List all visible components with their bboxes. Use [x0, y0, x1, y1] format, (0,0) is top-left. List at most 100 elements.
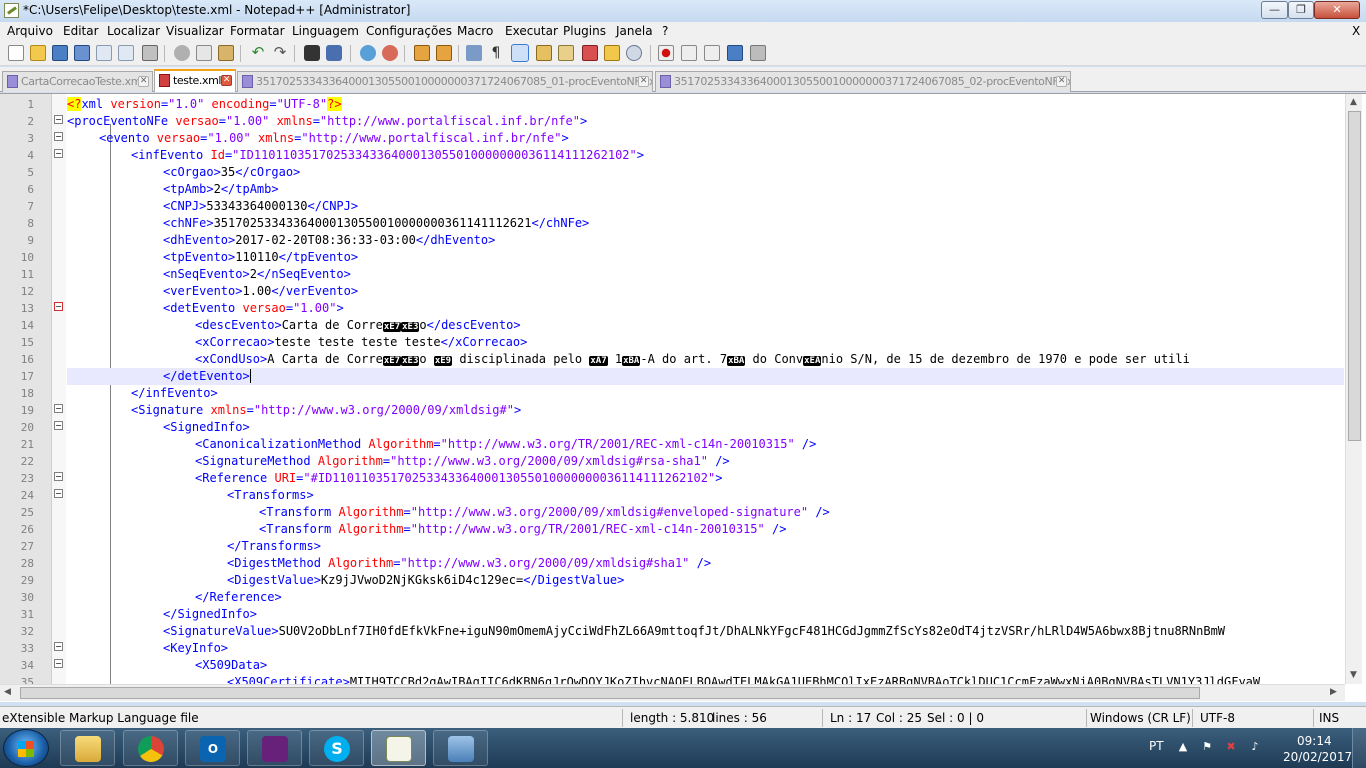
line-number: 20	[20, 421, 34, 434]
menu-visualizar[interactable]: Visualizar	[166, 24, 224, 38]
zoom-out-icon[interactable]	[382, 45, 398, 61]
code-area[interactable]: <?xml version="1.0" encoding="UTF-8"?> <…	[67, 94, 1344, 684]
menu-janela[interactable]: Janela	[616, 24, 653, 38]
undo-icon[interactable]: ↶	[250, 45, 266, 61]
open-file-icon[interactable]	[30, 45, 46, 61]
sync-vertical-icon[interactable]	[414, 45, 430, 61]
menu-editar[interactable]: Editar	[63, 24, 99, 38]
menu-linguagem[interactable]: Linguagem	[292, 24, 359, 38]
show-desktop-button[interactable]	[1352, 728, 1366, 768]
status-separator	[1192, 709, 1193, 727]
folder-workspace-icon[interactable]	[604, 45, 620, 61]
fold-toggle-icon[interactable]: −	[54, 302, 63, 311]
code-line-11: <nSeqEvento>2</nSeqEvento>	[163, 267, 351, 281]
menu-configuracoes[interactable]: Configurações	[366, 24, 452, 38]
tab-procevento-02[interactable]: 3517025334336400013055001000000037172406…	[655, 71, 1071, 92]
menu-arquivo[interactable]: Arquivo	[7, 24, 53, 38]
close-window-button[interactable]: ✕	[1314, 1, 1360, 19]
fold-margin[interactable]	[52, 94, 111, 684]
paste-icon[interactable]	[218, 45, 234, 61]
menu-macro[interactable]: Macro	[457, 24, 493, 38]
taskbar-windows-explorer[interactable]	[60, 730, 115, 766]
tab-close-icon[interactable]: ✕	[138, 76, 149, 87]
line-number: 19	[20, 404, 34, 417]
scroll-left-icon[interactable]: ◀	[4, 687, 11, 697]
show-hidden-icons-icon[interactable]: ▲	[1176, 740, 1190, 754]
tab-label: CartaCorrecaoTeste.xml	[21, 75, 144, 88]
menu-localizar[interactable]: Localizar	[107, 24, 160, 38]
stop-record-icon[interactable]	[681, 45, 697, 61]
minimize-button[interactable]: —	[1261, 1, 1288, 19]
save-macro-icon[interactable]	[750, 45, 766, 61]
fold-toggle-icon[interactable]: −	[54, 421, 63, 430]
new-file-icon[interactable]	[8, 45, 24, 61]
tab-close-icon[interactable]: ✕	[221, 75, 232, 86]
close-document-x[interactable]: X	[1352, 24, 1360, 38]
record-macro-icon[interactable]	[658, 45, 674, 61]
doc-map-icon[interactable]	[558, 45, 574, 61]
print-icon[interactable]	[142, 45, 158, 61]
run-macro-multiple-icon[interactable]	[727, 45, 743, 61]
taskbar-notepadpp[interactable]	[371, 730, 426, 766]
menu-help[interactable]: ?	[662, 24, 668, 38]
start-button[interactable]	[3, 729, 49, 767]
zoom-in-icon[interactable]	[360, 45, 376, 61]
menu-formatar[interactable]: Formatar	[230, 24, 285, 38]
line-number: 8	[27, 217, 34, 230]
tab-cartacorrecaoteste[interactable]: CartaCorrecaoTeste.xml ✕	[2, 71, 153, 92]
editor-pane[interactable]: 1 2 3 4 5 6 7 8 9 10 11 12 13 14 15 16 17 18 19 20 21 22 23 24 2…	[0, 93, 1366, 702]
indent-guide-icon[interactable]	[511, 44, 529, 62]
scroll-down-icon[interactable]: ▼	[1350, 670, 1357, 680]
taskbar-skype[interactable]: S	[309, 730, 364, 766]
copy-icon[interactable]	[196, 45, 212, 61]
fold-toggle-icon[interactable]: −	[54, 489, 63, 498]
network-icon[interactable]: ✖	[1224, 740, 1238, 754]
find-icon[interactable]	[304, 45, 320, 61]
word-wrap-icon[interactable]	[466, 45, 482, 61]
sync-horizontal-icon[interactable]	[436, 45, 452, 61]
tab-teste-xml[interactable]: teste.xml ✕	[154, 69, 236, 92]
fold-toggle-icon[interactable]: −	[54, 115, 63, 124]
vertical-scrollbar[interactable]: ▲ ▼	[1345, 94, 1362, 684]
notepadpp-app-icon[interactable]	[4, 3, 19, 18]
language-indicator[interactable]: PT	[1149, 739, 1164, 753]
tab-close-icon[interactable]: ✕	[638, 76, 649, 87]
replace-icon[interactable]	[326, 45, 342, 61]
tab-procevento-01[interactable]: 3517025334336400013055001000000037172406…	[237, 71, 653, 92]
cut-icon[interactable]	[174, 45, 190, 61]
fold-toggle-icon[interactable]: −	[54, 149, 63, 158]
action-center-icon[interactable]: ⚑	[1200, 740, 1214, 754]
clock-time[interactable]: 09:14	[1297, 734, 1332, 748]
tab-close-icon[interactable]: ✕	[1056, 76, 1067, 87]
taskbar-remote-desktop[interactable]	[433, 730, 488, 766]
redo-icon[interactable]: ↷	[272, 45, 288, 61]
fold-toggle-icon[interactable]: −	[54, 404, 63, 413]
horizontal-scrollbar[interactable]: ◀ ▶	[0, 684, 1345, 701]
fold-toggle-icon[interactable]: −	[54, 642, 63, 651]
taskbar-chrome[interactable]	[123, 730, 178, 766]
horizontal-scroll-thumb[interactable]	[20, 687, 1200, 699]
volume-icon[interactable]: ♪	[1248, 740, 1262, 754]
scroll-up-icon[interactable]: ▲	[1350, 97, 1357, 107]
save-icon[interactable]	[52, 45, 68, 61]
taskbar-visual-studio[interactable]	[247, 730, 302, 766]
taskbar-outlook[interactable]: O	[185, 730, 240, 766]
scroll-right-icon[interactable]: ▶	[1330, 687, 1337, 697]
fold-toggle-icon[interactable]: −	[54, 659, 63, 668]
menu-plugins[interactable]: Plugins	[563, 24, 606, 38]
play-macro-icon[interactable]	[704, 45, 720, 61]
close-all-icon[interactable]	[118, 45, 134, 61]
menu-executar[interactable]: Executar	[505, 24, 558, 38]
code-line-4: <infEvento Id="ID11011035170253343364000…	[131, 148, 644, 162]
clock-date[interactable]: 20/02/2017	[1283, 750, 1352, 764]
fold-toggle-icon[interactable]: −	[54, 472, 63, 481]
monitor-icon[interactable]	[626, 45, 642, 61]
fold-toggle-icon[interactable]: −	[54, 132, 63, 141]
function-list-icon[interactable]	[582, 45, 598, 61]
vertical-scroll-thumb[interactable]	[1348, 111, 1361, 441]
user-language-icon[interactable]	[536, 45, 552, 61]
show-all-chars-icon[interactable]: ¶	[488, 45, 504, 61]
close-icon[interactable]	[96, 45, 112, 61]
restore-button[interactable]: ❐	[1288, 1, 1314, 19]
save-all-icon[interactable]	[74, 45, 90, 61]
